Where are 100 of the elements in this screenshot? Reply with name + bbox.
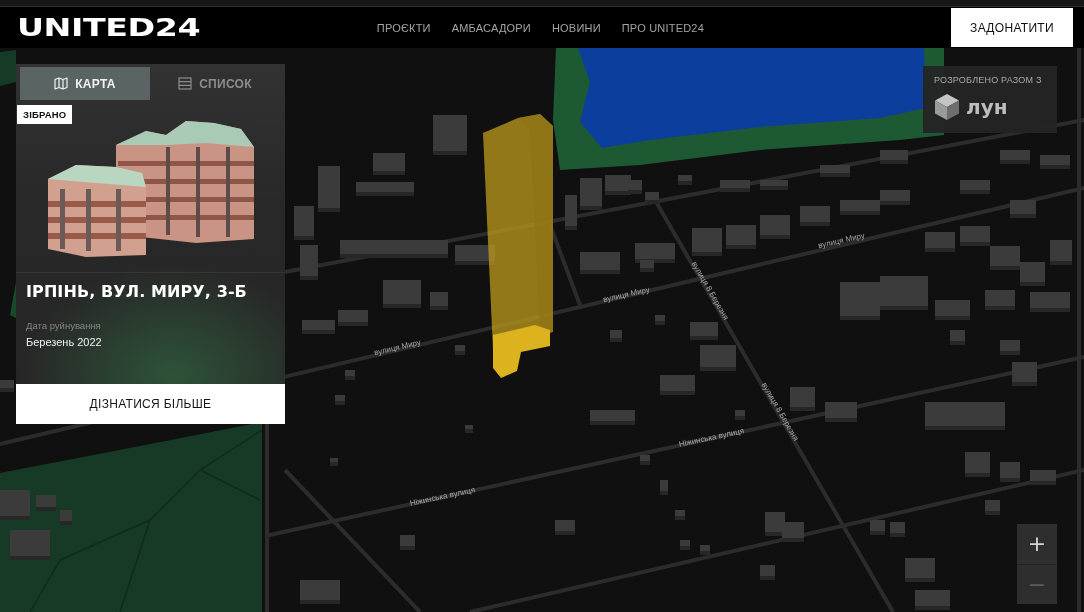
building (1050, 240, 1072, 265)
building (675, 510, 685, 520)
building (645, 192, 659, 204)
building (590, 410, 635, 425)
building (735, 410, 745, 420)
building (692, 228, 722, 256)
partner-caption: РОЗРОБЛЕНО РАЗОМ З (934, 75, 1042, 86)
building (655, 315, 665, 325)
building (660, 375, 695, 395)
donate-button[interactable]: ЗАДОНАТИТИ (951, 8, 1073, 47)
building (880, 150, 908, 164)
building (1000, 150, 1030, 164)
building (800, 206, 830, 226)
building (10, 530, 50, 560)
nav-link[interactable]: НОВИНИ (551, 21, 601, 34)
building (990, 246, 1020, 270)
cube-icon (934, 93, 960, 121)
building (36, 495, 56, 511)
date-label: Дата руйнування (26, 320, 101, 332)
building (915, 590, 950, 610)
building (302, 320, 335, 334)
building (1020, 262, 1045, 286)
building (960, 226, 990, 246)
building (0, 490, 30, 520)
zoom-in-button[interactable]: + (1017, 524, 1057, 564)
building (678, 175, 692, 185)
building (335, 395, 345, 405)
status-badge: ЗІБРАНО (17, 105, 73, 124)
building (555, 520, 575, 535)
nav-link[interactable]: ПРО UNITED24 (621, 21, 704, 34)
building (400, 535, 415, 550)
building (1000, 340, 1020, 355)
park-area (0, 50, 16, 86)
building (580, 252, 620, 274)
building (1040, 155, 1070, 169)
building (580, 178, 602, 210)
building (1030, 470, 1056, 485)
building (300, 245, 318, 280)
building (294, 206, 314, 240)
building (0, 380, 14, 392)
nav-link[interactable]: АМБАСАДОРИ (451, 21, 531, 34)
building (700, 345, 736, 371)
building (820, 165, 850, 177)
building (700, 545, 710, 555)
building (565, 195, 577, 230)
building (640, 455, 650, 465)
building (760, 215, 790, 239)
building (760, 180, 788, 190)
street-label: вулиця Миру (817, 231, 866, 251)
building-address: ІРПІНЬ, ВУЛ. МИРУ, 3-Б (26, 282, 247, 302)
building (870, 520, 885, 535)
building (726, 225, 756, 249)
building (720, 180, 750, 192)
date-value: Березень 2022 (26, 335, 102, 349)
highlighted-building[interactable] (483, 114, 553, 378)
building (660, 480, 668, 495)
street-label: вулиця Миру (602, 285, 651, 305)
building (300, 580, 340, 604)
building (985, 500, 1000, 515)
view-tab[interactable]: СПИСОК (150, 67, 280, 100)
building (760, 565, 775, 580)
street-label: Ніжинська вулиця (678, 426, 745, 449)
list-icon (178, 77, 193, 90)
building (1030, 292, 1070, 312)
building (1012, 362, 1037, 386)
building (356, 182, 414, 196)
building (338, 310, 368, 326)
site-logo[interactable]: UNITED24 (17, 16, 201, 39)
building (840, 282, 880, 320)
street-label: вулиця Миру (373, 337, 422, 358)
building (1010, 200, 1036, 218)
building (790, 387, 815, 411)
building (60, 510, 72, 525)
building (765, 512, 785, 536)
building (950, 330, 965, 345)
building (935, 300, 970, 320)
building (905, 558, 935, 582)
partner-logo[interactable]: лун (966, 95, 1008, 119)
nav-link[interactable]: ПРОЄКТИ (376, 21, 431, 34)
building (465, 425, 473, 433)
building (1000, 462, 1020, 482)
building (383, 280, 421, 308)
street-label: Ніжинська вулиця (409, 485, 476, 508)
building (318, 166, 340, 212)
building (373, 153, 405, 175)
building (455, 345, 465, 355)
building (345, 370, 355, 380)
building (430, 292, 448, 310)
learn-more-button[interactable]: ДІЗНАТИСЯ БІЛЬШЕ (16, 384, 285, 424)
building (840, 200, 880, 215)
building (925, 232, 955, 252)
building (985, 290, 1015, 310)
building (433, 115, 467, 155)
building (610, 330, 622, 342)
building (680, 540, 690, 550)
building (960, 180, 990, 194)
building (880, 190, 910, 205)
building (782, 522, 804, 542)
building (825, 402, 857, 422)
view-tab[interactable]: КАРТА (20, 67, 150, 100)
